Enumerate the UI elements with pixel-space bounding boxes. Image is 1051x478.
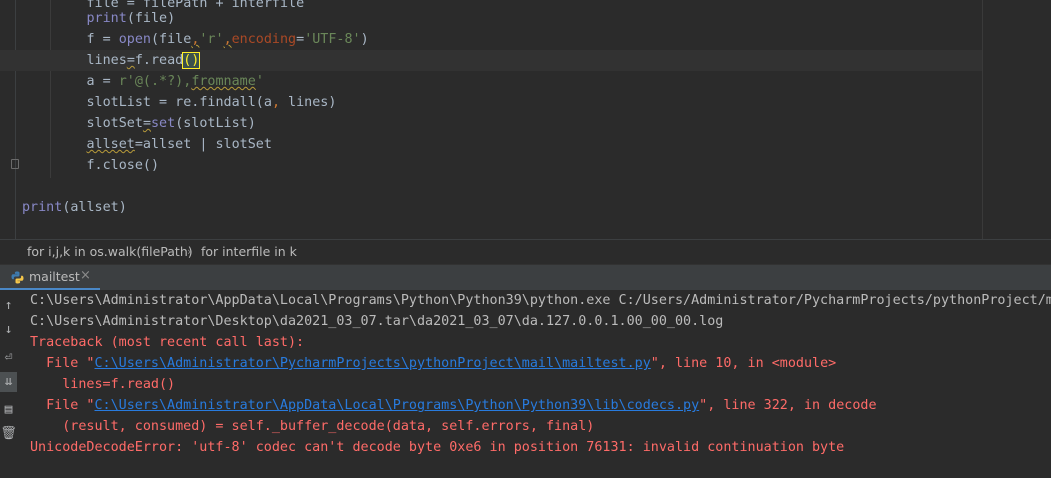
code-token: , [271,95,280,110]
frame-2-suffix: ", line 322, in decode [699,398,877,413]
breadcrumb-item-inner-loop[interactable]: for interfile in k [201,240,297,264]
code-token: slotList = re.findall(a [86,95,272,110]
run-tab-label: mailtest [29,269,80,284]
breadcrumb-separator-icon: › [187,245,192,258]
code-token: 'UTF-8' [304,32,361,47]
text-caret [199,52,201,67]
code-token: =allset | slotSet [134,137,272,152]
console-toolbar: ↑ ↓ ⏎ ⇊ ▤ 🗑 [0,290,17,478]
frame-2-prefix: File " [30,398,95,413]
code-token: (slotList) [175,116,256,131]
code-token: f.read [134,53,184,68]
code-editor[interactable]: file = filePath + interfile print(file) … [0,0,1051,239]
traceback-frame-1-code: lines=f.read() [30,377,176,392]
console-command-line: C:\Users\Administrator\AppData\Local\Pro… [30,293,1051,308]
code-token: r'@(.*?), [118,74,192,89]
scroll-to-end-icon[interactable]: ⇊ [0,372,17,392]
code-token: set [151,116,176,131]
code-line-text: a = r'@(.*?),fromname' [22,71,264,92]
traceback-frame-2: File "C:\Users\Administrator\AppData\Loc… [30,395,877,416]
code-token: a = [86,74,119,89]
arrow-down-icon[interactable]: ↓ [0,320,17,340]
code-token: fromname [191,74,256,89]
fold-marker-icon[interactable] [11,159,19,169]
frame-1-file-link[interactable]: C:\Users\Administrator\PycharmProjects\p… [95,356,651,371]
error-message: UnicodeDecodeError: 'utf-8' codec can't … [30,440,845,455]
code-token: (file [151,32,192,47]
arrow-up-icon[interactable]: ↑ [0,296,17,316]
run-console[interactable]: ↑ ↓ ⏎ ⇊ ▤ 🗑 C:\Users\Administrator\AppDa… [0,290,1051,478]
code-token: allset [86,137,135,152]
code-line-text: lines=f.read() [22,50,201,71]
breadcrumb-item-loop[interactable]: for i,j,k in os.walk(filePath) [27,240,193,264]
code-token: f.close() [86,158,160,173]
code-line-text: print(file) [22,8,176,29]
code-token: ) [360,32,369,47]
close-icon[interactable]: × [80,268,91,283]
python-icon [11,271,24,284]
code-token: , [223,32,232,47]
code-token: open [118,32,151,47]
code-token: (file) [126,11,176,26]
code-token: 'r' [199,32,224,47]
console-output-line: C:\Users\Administrator\Desktop\da2021_03… [30,314,724,329]
code-token: print [22,200,63,215]
code-line-text: print(allset) [22,197,127,218]
traceback-frame-1: File "C:\Users\Administrator\PycharmProj… [30,353,836,374]
code-line-text: f.close() [22,155,160,176]
code-token: encoding [231,32,297,47]
code-token: = [142,116,151,131]
code-token: = [126,53,135,68]
code-token: (allset) [62,200,127,215]
run-tab-mailtest[interactable]: mailtest × [0,265,102,290]
code-token: ' [255,74,264,89]
code-token: lines [86,53,127,68]
code-token: f = [86,32,119,47]
trash-icon[interactable]: 🗑 [0,424,17,444]
traceback-frame-2-code: (result, consumed) = self._buffer_decode… [30,419,595,434]
code-token: lines) [280,95,337,110]
code-line[interactable]: lines=f.read() [0,50,982,71]
traceback-header: Traceback (most recent call last): [30,335,305,350]
code-token: print [86,11,127,26]
soft-wrap-icon[interactable]: ⏎ [0,348,17,368]
frame-1-prefix: File " [30,356,95,371]
print-icon[interactable]: ▤ [0,400,17,420]
frame-1-suffix: ", line 10, in <module> [650,356,837,371]
run-tool-window-header: mailtest × [0,264,1051,290]
code-token: = [296,32,305,47]
frame-2-file-link[interactable]: C:\Users\Administrator\AppData\Local\Pro… [95,398,700,413]
code-line-text: slotSet=set(slotList) [22,113,256,134]
matched-brace: () [182,52,201,69]
code-line-text: slotList = re.findall(a, lines) [22,92,337,113]
code-line-text: allset=allset | slotSet [22,134,272,155]
breadcrumb: for i,j,k in os.walk(filePath) › for int… [0,239,1051,264]
code-line-text: f = open(file,'r',encoding='UTF-8') [22,29,369,50]
code-token: slotSet [86,116,143,131]
right-margin-guide [982,0,983,239]
editor-gutter [15,0,16,239]
